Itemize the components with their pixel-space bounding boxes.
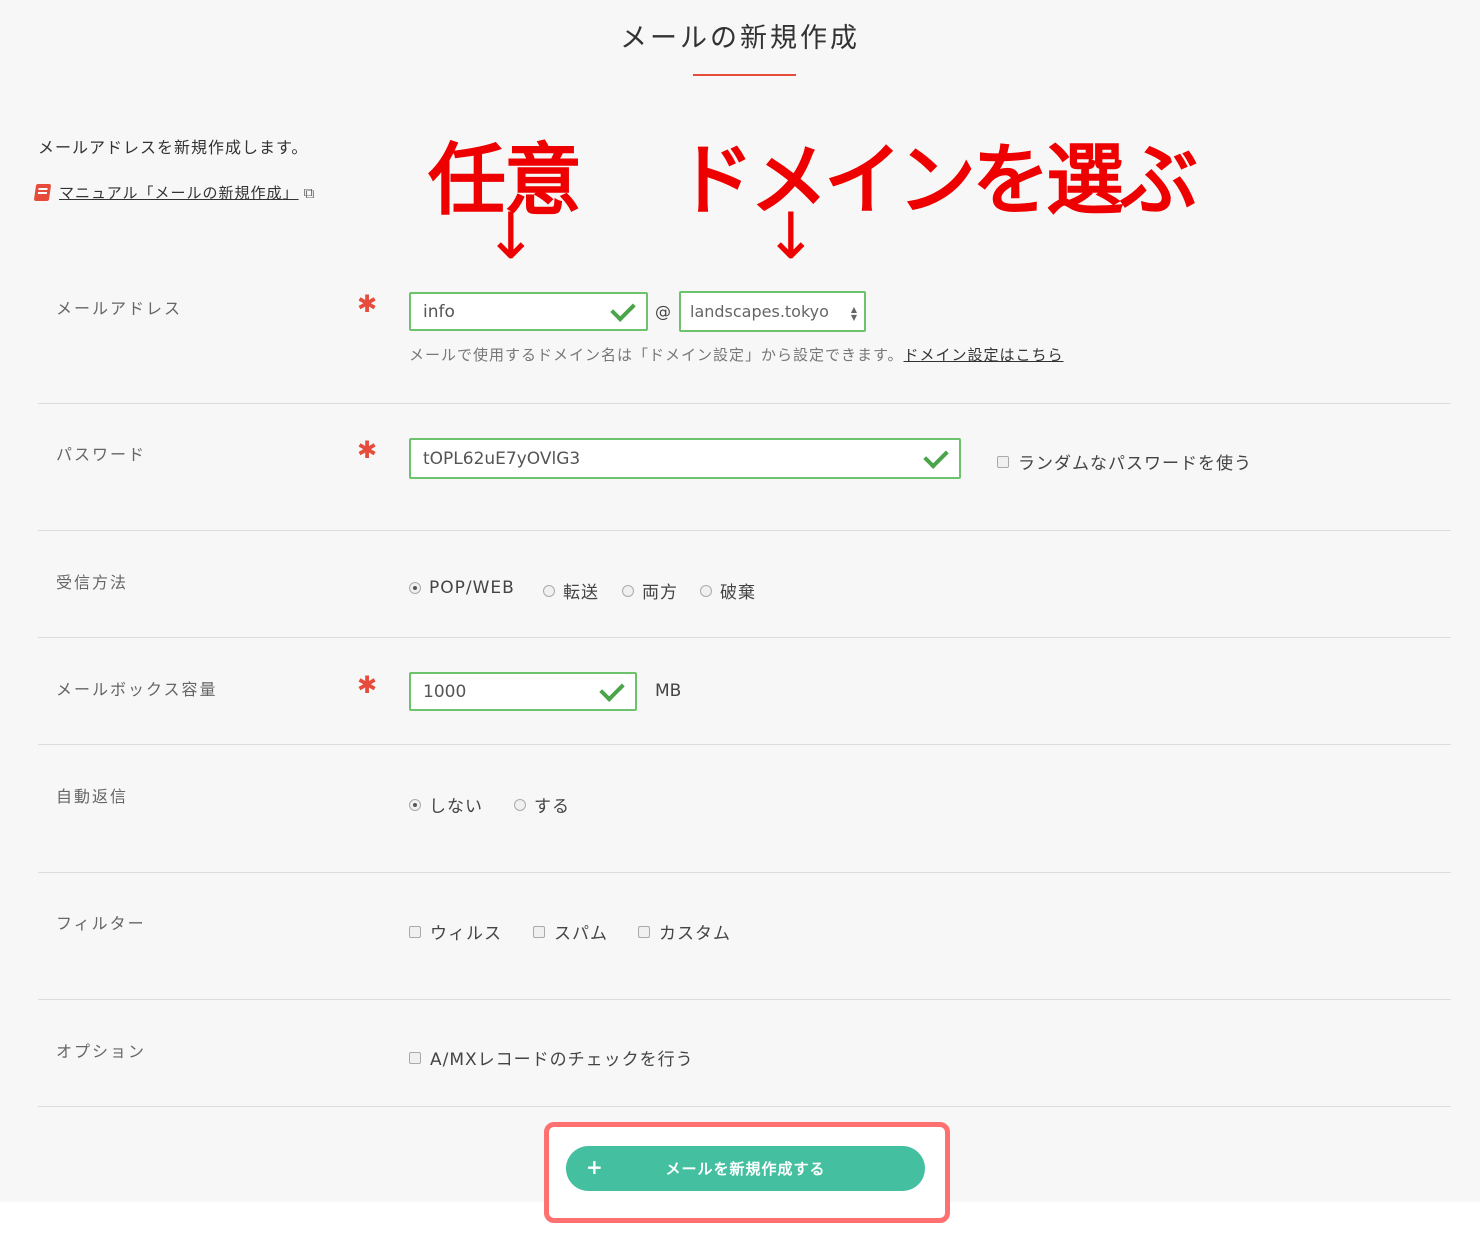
create-mail-button-label: メールを新規作成する [665,1160,826,1178]
filter-option-label: カスタム [659,924,731,944]
row-divider [38,1106,1451,1107]
autoreply-option-on[interactable]: する [514,792,570,817]
domain-select[interactable]: landscapes.tokyo ▲ ▼ [679,291,866,332]
checkbox[interactable] [409,925,421,938]
external-link-icon: ⧉ [303,183,315,202]
domain-help-text: メールで使用するドメイン名は「ドメイン設定」から設定できます。ドメイン設定はこち… [409,344,1064,365]
receive-option-label: 両方 [642,583,678,603]
radio-button[interactable] [543,584,555,597]
title-underline [693,74,796,76]
random-password-option[interactable]: ランダムなパスワードを使う [997,449,1252,474]
intro-text: メールアドレスを新規作成します。 [38,138,309,157]
row-divider [38,872,1451,873]
row-divider [38,637,1451,638]
page-title: メールの新規作成 [620,23,860,54]
row-divider [38,403,1451,404]
email-local-input[interactable]: info [409,292,648,331]
filter-option-virus[interactable]: ウィルス [409,919,502,944]
plus-icon: + [586,1155,604,1179]
domain-settings-link[interactable]: ドメイン設定はこちら [904,346,1064,364]
manual-link-label: マニュアル「メールの新規作成」 [59,184,299,202]
receive-option-forward[interactable]: 転送 [543,578,599,603]
domain-help-message: メールで使用するドメイン名は「ドメイン設定」から設定できます。 [409,346,904,364]
mailbox-capacity-value: 1000 [423,681,467,702]
random-password-checkbox[interactable] [997,455,1009,468]
autoreply-label: 自動返信 [56,787,129,806]
password-input[interactable]: tOPL62uE7yOVlG3 [409,438,961,479]
autoreply-option-label: しない [429,797,483,817]
radio-button[interactable] [700,584,712,597]
options-label: オプション [56,1042,147,1061]
receive-method-label: 受信方法 [56,573,129,592]
annotation-choose-domain: ドメインを選ぶ [676,136,1198,226]
annotation-arrow-down-icon: ↓ [484,200,538,274]
checkbox[interactable] [533,925,545,938]
domain-selected-value: landscapes.tokyo [690,302,829,321]
receive-option-label: 破棄 [720,583,756,603]
row-divider [38,530,1451,531]
radio-button[interactable] [409,582,421,594]
option-mx-check[interactable]: A/MXレコードのチェックを行う [409,1045,694,1070]
at-sign: @ [655,302,671,321]
receive-option-both[interactable]: 両方 [622,578,678,603]
password-label: パスワード [56,445,147,464]
receive-option-label: 転送 [563,583,599,603]
valid-check-icon [610,295,636,322]
row-divider [38,744,1451,745]
password-value: tOPL62uE7yOVlG3 [423,448,581,469]
row-divider [38,999,1451,1000]
checkbox[interactable] [409,1051,421,1064]
filter-option-label: スパム [554,924,608,944]
manual-book-icon [33,184,52,201]
email-local-value: info [423,301,455,322]
select-arrows-icon: ▲ ▼ [850,305,857,322]
option-mx-check-label: A/MXレコードのチェックを行う [430,1050,694,1070]
required-mark: ✱ [357,671,378,699]
required-mark: ✱ [357,436,378,464]
autoreply-option-label: する [534,797,570,817]
receive-option-discard[interactable]: 破棄 [700,578,756,603]
random-password-label: ランダムなパスワードを使う [1018,454,1252,474]
required-mark: ✱ [357,290,378,318]
manual-link[interactable]: マニュアル「メールの新規作成」 ⧉ [33,182,315,203]
radio-button[interactable] [622,584,634,597]
annotation-arrow-down-icon: ↓ [764,200,818,274]
receive-option-popweb[interactable]: POP/WEB [409,578,515,598]
mailbox-unit: MB [655,681,682,701]
autoreply-option-off[interactable]: しない [409,792,483,817]
radio-button[interactable] [514,798,526,811]
email-label: メールアドレス [56,299,183,318]
mailbox-capacity-label: メールボックス容量 [56,680,218,699]
filter-option-spam[interactable]: スパム [533,919,608,944]
filter-option-label: ウィルス [430,924,502,944]
checkbox[interactable] [638,925,650,938]
radio-button[interactable] [409,798,421,811]
filter-option-custom[interactable]: カスタム [638,919,731,944]
valid-check-icon [599,675,625,702]
mailbox-capacity-input[interactable]: 1000 [409,672,637,711]
filter-label: フィルター [56,914,146,933]
receive-option-label: POP/WEB [429,578,515,598]
create-mail-button[interactable]: + メールを新規作成する [566,1146,925,1191]
valid-check-icon [923,442,949,469]
